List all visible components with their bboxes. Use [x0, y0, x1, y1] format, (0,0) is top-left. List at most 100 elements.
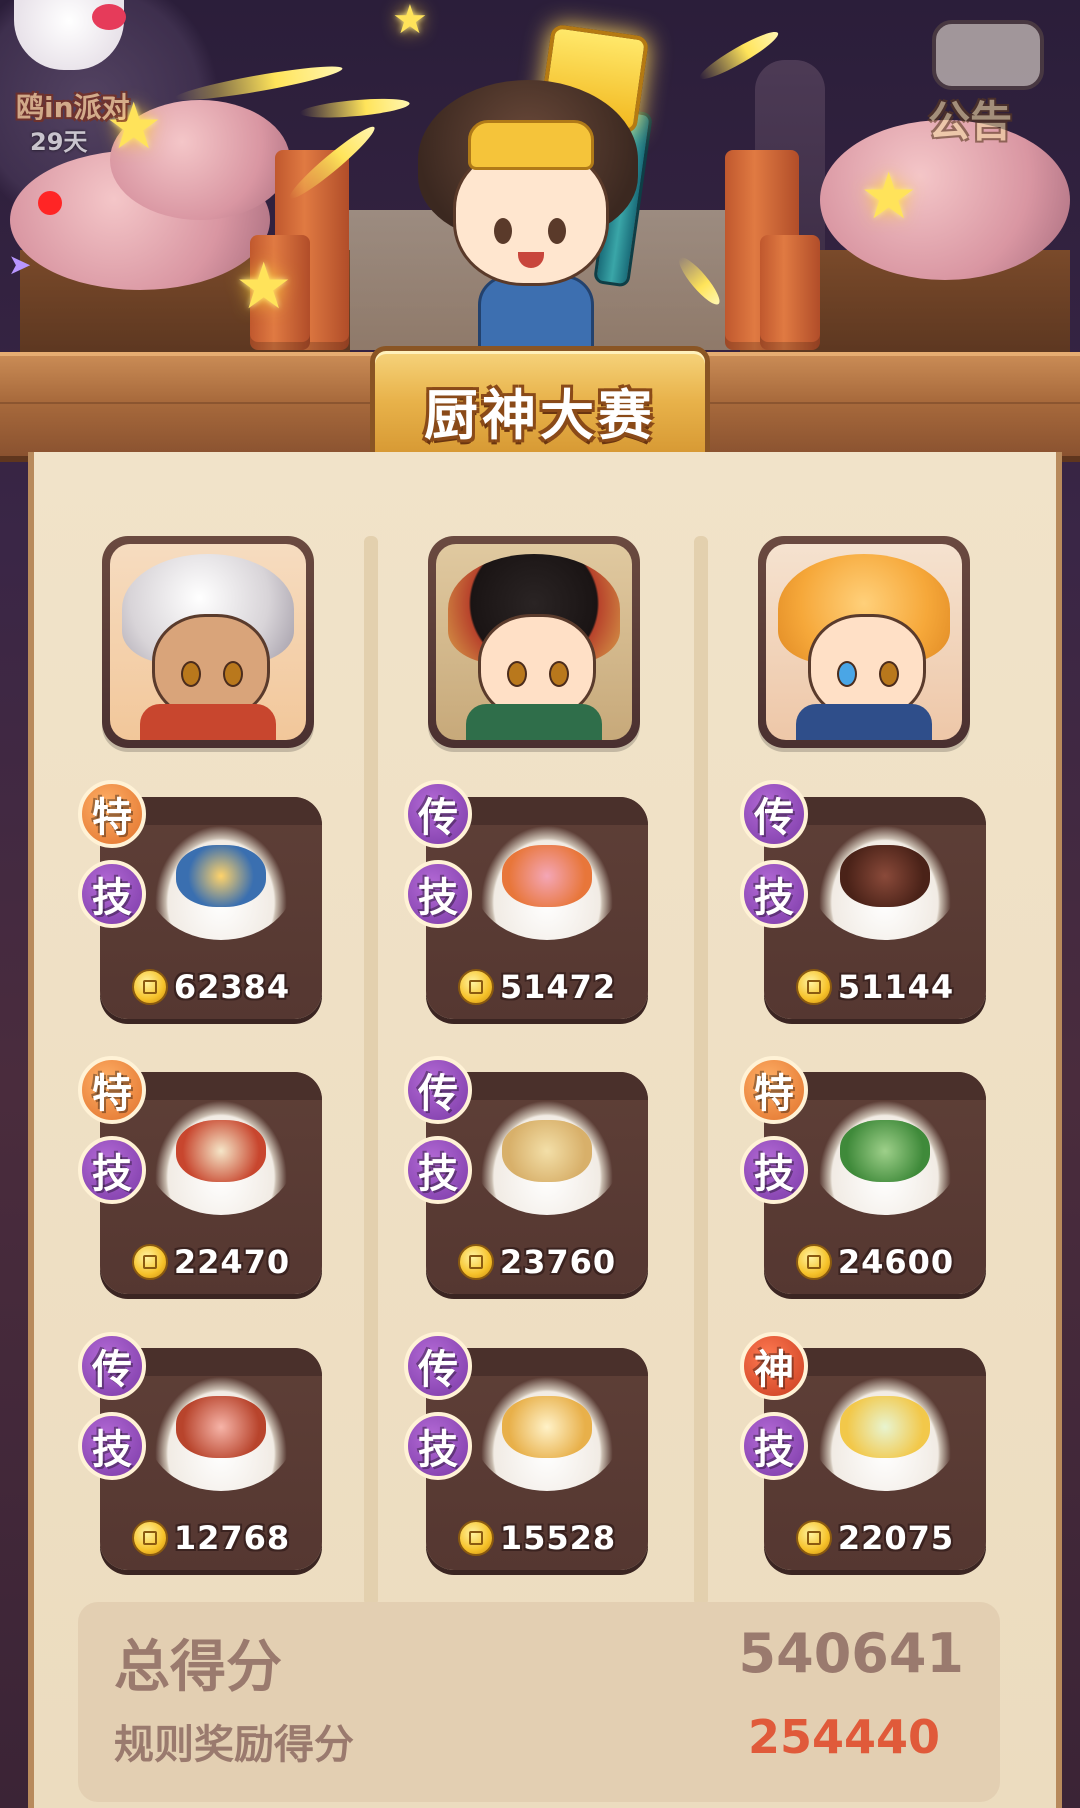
price-row: 62384 — [100, 967, 322, 1007]
coin-icon — [457, 1520, 494, 1556]
grade-badge: 特 — [740, 1056, 808, 1124]
dish-food-icon — [502, 1396, 592, 1458]
column-divider — [694, 536, 708, 1606]
grade-badge: 传 — [740, 780, 808, 848]
price-row: 15528 — [426, 1518, 648, 1558]
page-title: 厨神大赛 — [424, 384, 656, 447]
coin-icon — [457, 969, 494, 1005]
star-icon: ★ — [235, 250, 293, 324]
chef-card-1[interactable] — [102, 536, 314, 748]
chef-portrait-3 — [766, 544, 962, 740]
total-score-label: 总得分 — [114, 1635, 282, 1700]
grade-badge: 特 — [78, 1056, 146, 1124]
column-divider — [364, 536, 378, 1606]
grade-badge: 神 — [740, 1332, 808, 1400]
grade-badge: 传 — [404, 780, 472, 848]
dish-food-icon — [502, 1120, 592, 1182]
skill-badge: 技 — [740, 860, 808, 928]
dish-price: 12768 — [173, 1519, 291, 1557]
chef-mouth — [518, 252, 544, 268]
price-row: 24600 — [764, 1242, 986, 1282]
coin-icon — [131, 1520, 168, 1556]
dish-food-icon — [840, 845, 930, 907]
chef-portrait-2 — [436, 544, 632, 740]
dish-plate — [810, 815, 960, 940]
coin-icon — [795, 1520, 832, 1556]
chef-eye — [837, 661, 857, 687]
title-plaque: 厨神大赛 — [370, 346, 710, 468]
chef-eye — [879, 661, 899, 687]
side-arrow-icon[interactable]: ➤ — [8, 248, 31, 281]
skill-badge: 技 — [404, 1412, 472, 1480]
price-row: 51472 — [426, 967, 648, 1007]
chef-god-character — [408, 60, 648, 371]
notification-dot — [38, 191, 62, 215]
grade-badge: 传 — [404, 1056, 472, 1124]
chef-crown — [468, 120, 594, 170]
event-label: 鸥in派对 — [16, 91, 130, 124]
chef-eye — [507, 661, 527, 687]
dish-plate — [146, 815, 296, 940]
right-pillar-small — [760, 235, 820, 350]
bonus-score-label: 规则奖励得分 — [114, 1722, 354, 1768]
skill-badge: 技 — [404, 860, 472, 928]
chef-collar — [796, 704, 932, 740]
skill-badge: 技 — [78, 1412, 146, 1480]
grade-badge: 特 — [78, 780, 146, 848]
star-icon: ★ — [860, 160, 918, 234]
dish-food-icon — [840, 1396, 930, 1458]
coin-icon — [795, 969, 832, 1005]
dish-plate — [472, 1366, 622, 1491]
dish-price: 22470 — [173, 1243, 291, 1281]
notice-button[interactable]: 公告 — [918, 6, 1058, 156]
price-row: 51144 — [764, 967, 986, 1007]
price-row: 12768 — [100, 1518, 322, 1558]
skill-badge: 技 — [740, 1136, 808, 1204]
chef-eye — [181, 661, 201, 687]
cook-contest-screen: ★ ★ ★ ★ 鸥in派对 29天 ➤ 公告 厨神大赛 62384 22470 … — [0, 0, 1080, 1808]
event-days-left: 29天 — [30, 128, 88, 156]
dish-price: 15528 — [499, 1519, 617, 1557]
notice-label: 公告 — [928, 97, 1013, 146]
star-icon: ★ — [392, 0, 428, 43]
skill-badge: 技 — [78, 860, 146, 928]
dish-price: 23760 — [499, 1243, 617, 1281]
light-streak — [299, 95, 411, 121]
coin-icon — [795, 1244, 832, 1280]
coin-icon — [457, 1244, 494, 1280]
dish-price: 24600 — [837, 1243, 955, 1281]
skill-badge: 技 — [740, 1412, 808, 1480]
dish-plate — [810, 1090, 960, 1215]
dish-plate — [472, 1090, 622, 1215]
dish-plate — [810, 1366, 960, 1491]
dish-food-icon — [176, 1396, 266, 1458]
chef-collar — [466, 704, 602, 740]
dish-food-icon — [176, 1120, 266, 1182]
dish-food-icon — [176, 845, 266, 907]
price-row: 22470 — [100, 1242, 322, 1282]
dish-food-icon — [502, 845, 592, 907]
chef-eye — [223, 661, 243, 687]
bonus-score-value: 254440 — [747, 1710, 940, 1764]
chef-card-3[interactable] — [758, 536, 970, 748]
grade-badge: 传 — [404, 1332, 472, 1400]
dish-price: 62384 — [173, 968, 291, 1006]
skill-badge: 技 — [78, 1136, 146, 1204]
total-score-value: 540641 — [738, 1622, 964, 1685]
dish-food-icon — [840, 1120, 930, 1182]
coin-icon — [131, 969, 168, 1005]
speech-bubble-icon — [932, 20, 1044, 90]
score-summary: 总得分 540641 规则奖励得分 254440 — [78, 1602, 1000, 1802]
chef-collar — [140, 704, 276, 740]
dish-plate — [472, 815, 622, 940]
dish-price: 22075 — [837, 1519, 955, 1557]
chef-eye — [494, 218, 512, 244]
dish-price: 51144 — [837, 968, 955, 1006]
chef-eye — [548, 218, 566, 244]
skill-badge: 技 — [404, 1136, 472, 1204]
price-row: 22075 — [764, 1518, 986, 1558]
dish-plate — [146, 1366, 296, 1491]
dish-plate — [146, 1090, 296, 1215]
coin-icon — [131, 1244, 168, 1280]
chef-card-2[interactable] — [428, 536, 640, 748]
